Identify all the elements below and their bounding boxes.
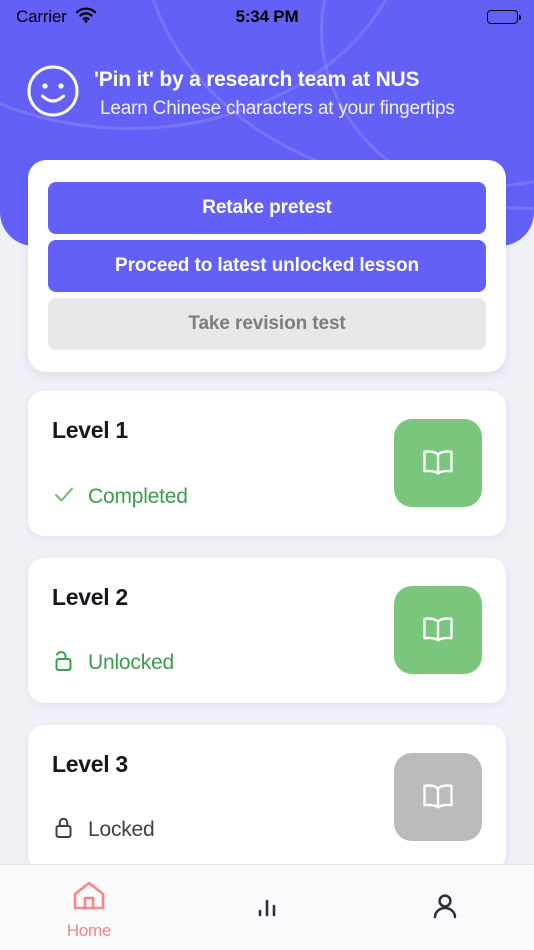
smiley-face-icon bbox=[26, 64, 80, 123]
open-book-button[interactable] bbox=[394, 419, 482, 507]
status-bar-right bbox=[267, 10, 521, 24]
battery-full-icon bbox=[487, 10, 521, 24]
open-book-icon bbox=[421, 614, 455, 647]
lock-icon bbox=[52, 814, 76, 845]
wifi-icon bbox=[75, 7, 97, 28]
bottom-tab-bar[interactable]: Home bbox=[0, 864, 534, 950]
tab-profile[interactable] bbox=[356, 865, 534, 950]
tab-home[interactable]: Home bbox=[0, 865, 178, 950]
unlock-icon bbox=[52, 647, 76, 678]
tab-statistics[interactable] bbox=[178, 865, 356, 950]
status-bar-left: Carrier bbox=[16, 7, 267, 28]
carrier-label: Carrier bbox=[16, 7, 67, 26]
app-title: 'Pin it' by a research team at NUS bbox=[94, 68, 420, 92]
status-badge: Completed bbox=[52, 482, 188, 511]
level-card[interactable]: Level 3 Locked bbox=[28, 725, 506, 870]
header-text-block: 'Pin it' by a research team at NUS Learn… bbox=[94, 64, 455, 123]
app-screen: Carrier 5:34 PM 'Pin it' by a research t… bbox=[0, 0, 534, 950]
home-icon bbox=[71, 879, 107, 918]
level-card[interactable]: Level 1 Completed bbox=[28, 391, 506, 536]
level-card[interactable]: Level 2 Unlocked bbox=[28, 558, 506, 703]
person-icon bbox=[427, 889, 463, 928]
check-icon bbox=[52, 482, 76, 511]
open-book-button[interactable] bbox=[394, 586, 482, 674]
status-bar: Carrier 5:34 PM bbox=[0, 0, 534, 34]
quick-actions-card: Retake pretest Proceed to latest unlocke… bbox=[28, 160, 506, 372]
take-revision-test-button: Take revision test bbox=[48, 298, 486, 350]
open-book-icon bbox=[421, 447, 455, 480]
retake-pretest-button[interactable]: Retake pretest bbox=[48, 182, 486, 234]
status-badge: Locked bbox=[52, 814, 155, 845]
status-label: Unlocked bbox=[88, 650, 174, 674]
proceed-to-lesson-button[interactable]: Proceed to latest unlocked lesson bbox=[48, 240, 486, 292]
status-badge: Unlocked bbox=[52, 647, 174, 678]
tab-home-label: Home bbox=[66, 920, 112, 940]
open-book-icon bbox=[421, 781, 455, 814]
app-header: 'Pin it' by a research team at NUS Learn… bbox=[0, 64, 534, 123]
bar-chart-icon bbox=[249, 889, 285, 928]
app-subtitle: Learn Chinese characters at your fingert… bbox=[100, 98, 455, 120]
status-label: Locked bbox=[88, 817, 155, 841]
open-book-button bbox=[394, 753, 482, 841]
status-label: Completed bbox=[88, 484, 188, 508]
